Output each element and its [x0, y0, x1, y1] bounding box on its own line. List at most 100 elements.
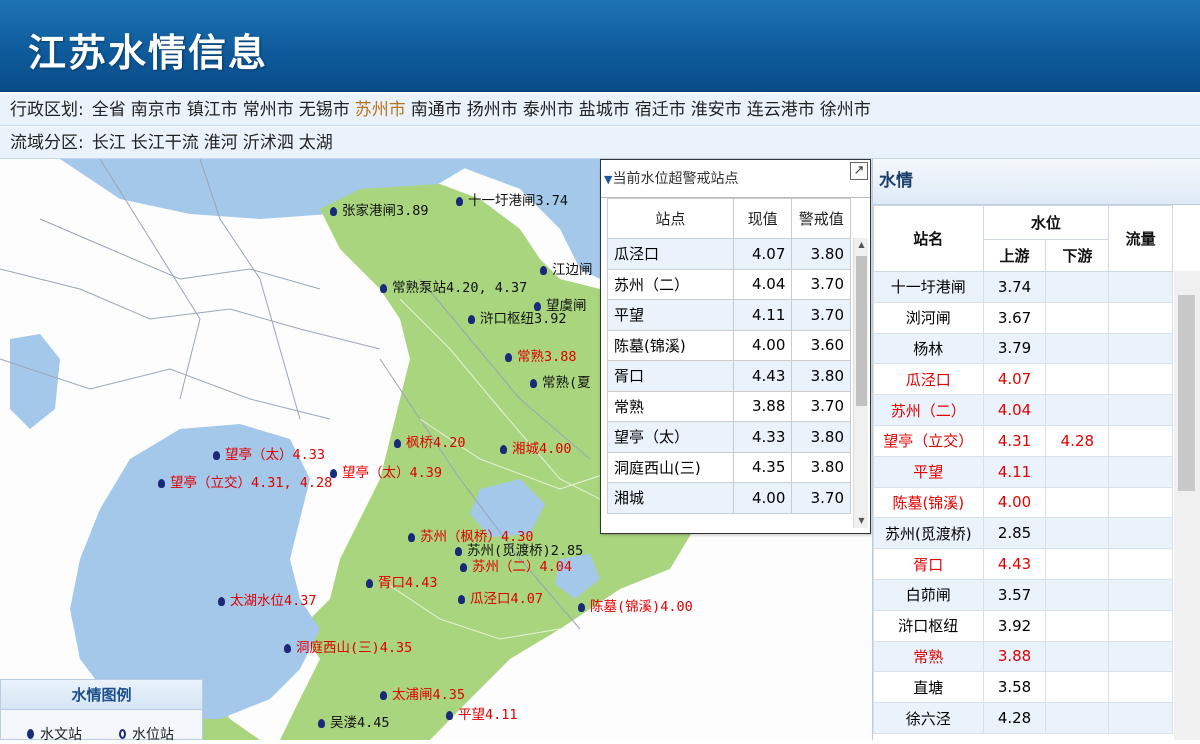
water-up-cell: 3.74 [982, 271, 1047, 303]
admin-option[interactable]: 常州市 [243, 100, 294, 120]
water-down-cell [1045, 455, 1110, 488]
water-row[interactable]: 常熟 3.88 [873, 640, 1173, 673]
station-marker[interactable]: 望亭（太）4.39 [330, 465, 442, 481]
water-row[interactable]: 直塘 3.58 [873, 671, 1173, 704]
station-marker[interactable]: 吴溇4.45 [318, 715, 390, 731]
alert-row[interactable]: 洞庭西山(三) 4.35 3.80 [607, 451, 851, 483]
station-marker[interactable]: 枫桥4.20 [394, 435, 466, 451]
water-row[interactable]: 苏州(觅渡桥) 2.85 [873, 517, 1173, 550]
hydro-station-icon [27, 729, 34, 739]
alert-panel-header[interactable]: ▼当前水位超警戒站点 [601, 160, 870, 198]
admin-option[interactable]: 连云港市 [747, 100, 815, 120]
alert-row[interactable]: 胥口 4.43 3.80 [607, 360, 851, 392]
alert-station-cell: 陈墓(锦溪) [607, 329, 734, 361]
legend-level-station: 水位站 [119, 724, 174, 744]
scroll-thumb[interactable] [856, 256, 867, 406]
station-marker-label: 望亭（太）4.39 [342, 465, 443, 481]
station-marker[interactable]: 常熟(夏 [530, 375, 591, 391]
water-flow-cell [1108, 702, 1173, 734]
water-row[interactable]: 望亭（立交） 4.31 4.28 [873, 424, 1173, 457]
scroll-down-icon[interactable]: ▼ [854, 514, 869, 528]
alert-warning-cell: 3.70 [791, 482, 851, 514]
admin-option[interactable]: 盐城市 [579, 100, 630, 120]
basin-option[interactable]: 沂沭泗 [243, 133, 294, 153]
water-down-cell [1045, 486, 1110, 519]
water-row[interactable]: 十一圩港闸 3.74 [873, 271, 1173, 303]
admin-option[interactable]: 无锡市 [299, 100, 350, 120]
admin-option[interactable]: 镇江市 [187, 100, 238, 120]
station-marker[interactable]: 望亭（太）4.33 [213, 447, 325, 463]
basin-option[interactable]: 太湖 [299, 133, 333, 153]
station-marker[interactable]: 张家港闸3.89 [330, 203, 429, 219]
alert-row[interactable]: 望亭（太） 4.33 3.80 [607, 421, 851, 453]
station-marker-label: 常熟泵站4.20, 4.37 [392, 280, 528, 296]
admin-option[interactable]: 淮安市 [691, 100, 742, 120]
admin-option[interactable]: 宿迁市 [635, 100, 686, 120]
admin-option[interactable]: 南通市 [411, 100, 462, 120]
station-marker[interactable]: 浒口枢纽3.92 [468, 311, 567, 327]
station-marker-label: 苏州(觅渡桥)2.85 [467, 543, 584, 559]
alert-row[interactable]: 瓜泾口 4.07 3.80 [607, 238, 851, 270]
station-marker[interactable]: 太湖水位4.37 [218, 593, 317, 609]
water-scrollbar[interactable] [1174, 271, 1200, 740]
water-info-panel: 水情 站名 水位 流量 上游 下游 十一圩港闸 3.74 浏河闸 3.67 杨林 3.79… [872, 159, 1200, 740]
alert-row[interactable]: 平望 4.11 3.70 [607, 299, 851, 331]
alert-row[interactable]: 常熟 3.88 3.70 [607, 390, 851, 422]
station-marker[interactable]: 望亭（立交）4.31, 4.28 [158, 475, 332, 491]
water-row[interactable]: 瓜泾口 4.07 [873, 363, 1173, 396]
admin-option[interactable]: 全省 [92, 100, 126, 120]
alert-station-cell: 望亭（太） [607, 421, 734, 453]
water-row[interactable]: 陈墓(锦溪) 4.00 [873, 486, 1173, 519]
station-marker[interactable]: 苏州（二）4.04 [460, 559, 572, 575]
station-marker[interactable]: 瓜泾口4.07 [458, 591, 543, 607]
admin-option[interactable]: 苏州市 [355, 100, 406, 120]
station-marker[interactable]: 胥口4.43 [366, 575, 438, 591]
expand-icon[interactable]: ↗ [850, 162, 868, 180]
alert-row[interactable]: 湘城 4.00 3.70 [607, 482, 851, 514]
station-marker[interactable]: 陈墓(锦溪)4.00 [578, 599, 693, 615]
basin-option[interactable]: 淮河 [204, 133, 238, 153]
admin-option[interactable]: 徐州市 [820, 100, 871, 120]
alert-current-cell: 3.88 [732, 390, 793, 422]
alert-row[interactable]: 陈墓(锦溪) 4.00 3.60 [607, 329, 851, 361]
station-marker[interactable]: 十一圩港闸3.74 [456, 193, 568, 209]
water-row[interactable]: 浏河闸 3.67 [873, 301, 1173, 334]
basin-option[interactable]: 长江干流 [131, 133, 199, 153]
alert-warning-cell: 3.60 [791, 329, 851, 361]
station-marker[interactable]: 太浦闸4.35 [380, 687, 465, 703]
alert-current-cell: 4.35 [732, 451, 793, 483]
water-up-cell: 2.85 [982, 517, 1047, 550]
admin-option[interactable]: 南京市 [131, 100, 182, 120]
basin-option[interactable]: 长江 [92, 133, 126, 153]
water-scroll-thumb[interactable] [1178, 295, 1195, 491]
water-row[interactable]: 杨林 3.79 [873, 332, 1173, 365]
water-row[interactable]: 平望 4.11 [873, 455, 1173, 488]
station-marker[interactable]: 常熟泵站4.20, 4.37 [380, 280, 527, 296]
station-pin-icon [380, 283, 387, 293]
alert-station-cell: 平望 [607, 299, 734, 331]
water-row[interactable]: 浒口枢纽 3.92 [873, 609, 1173, 642]
station-marker[interactable]: 洞庭西山(三)4.35 [284, 640, 412, 656]
water-row[interactable]: 徐六泾 4.28 [873, 702, 1173, 734]
water-name-cell: 十一圩港闸 [873, 271, 984, 303]
water-row[interactable]: 白茆闸 3.57 [873, 578, 1173, 611]
station-marker[interactable]: 常熟3.88 [505, 349, 577, 365]
scroll-up-icon[interactable]: ▲ [854, 238, 869, 252]
water-row[interactable]: 胥口 4.43 [873, 548, 1173, 580]
station-pin-icon [460, 562, 467, 572]
station-marker[interactable]: 平望4.11 [446, 707, 518, 723]
station-pin-icon [380, 690, 387, 700]
station-marker[interactable]: 湘城4.00 [500, 441, 572, 457]
alert-row[interactable]: 苏州（二） 4.04 3.70 [607, 268, 851, 300]
water-row[interactable]: 苏州（二） 4.04 [873, 394, 1173, 426]
water-up-cell: 4.11 [982, 455, 1047, 488]
alert-warning-cell: 3.70 [791, 268, 851, 300]
station-marker[interactable]: 苏州(觅渡桥)2.85 [455, 543, 583, 559]
station-marker[interactable]: 江边闸 [540, 262, 593, 278]
col-flow: 流量 [1108, 205, 1173, 272]
admin-option[interactable]: 泰州市 [523, 100, 574, 120]
basin-division-filter: 流域分区: 长江 长江干流 淮河 沂沭泗 太湖 [0, 127, 1200, 159]
alert-scrollbar[interactable]: ▲ ▼ [853, 238, 868, 528]
legend-level-label: 水位站 [132, 727, 174, 743]
admin-option[interactable]: 扬州市 [467, 100, 518, 120]
